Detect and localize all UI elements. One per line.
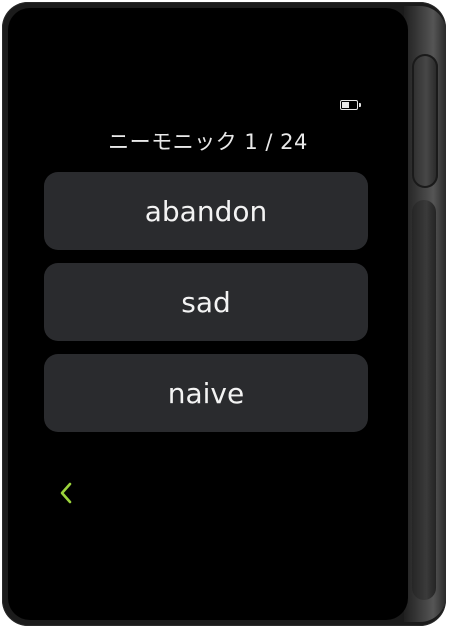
mnemonic-word-option[interactable]: naive [44,354,368,432]
chevron-left-icon [60,482,72,504]
screen: ニーモニック 1 / 24 abandon sad naive [8,8,408,620]
battery-icon [340,100,361,110]
mnemonic-word-option[interactable]: sad [44,263,368,341]
side-button[interactable] [412,54,438,188]
side-rail [412,200,436,600]
back-button[interactable] [52,478,80,508]
mnemonic-word-option[interactable]: abandon [44,172,368,250]
page-title: ニーモニック 1 / 24 [108,130,308,154]
battery-level [342,102,350,108]
